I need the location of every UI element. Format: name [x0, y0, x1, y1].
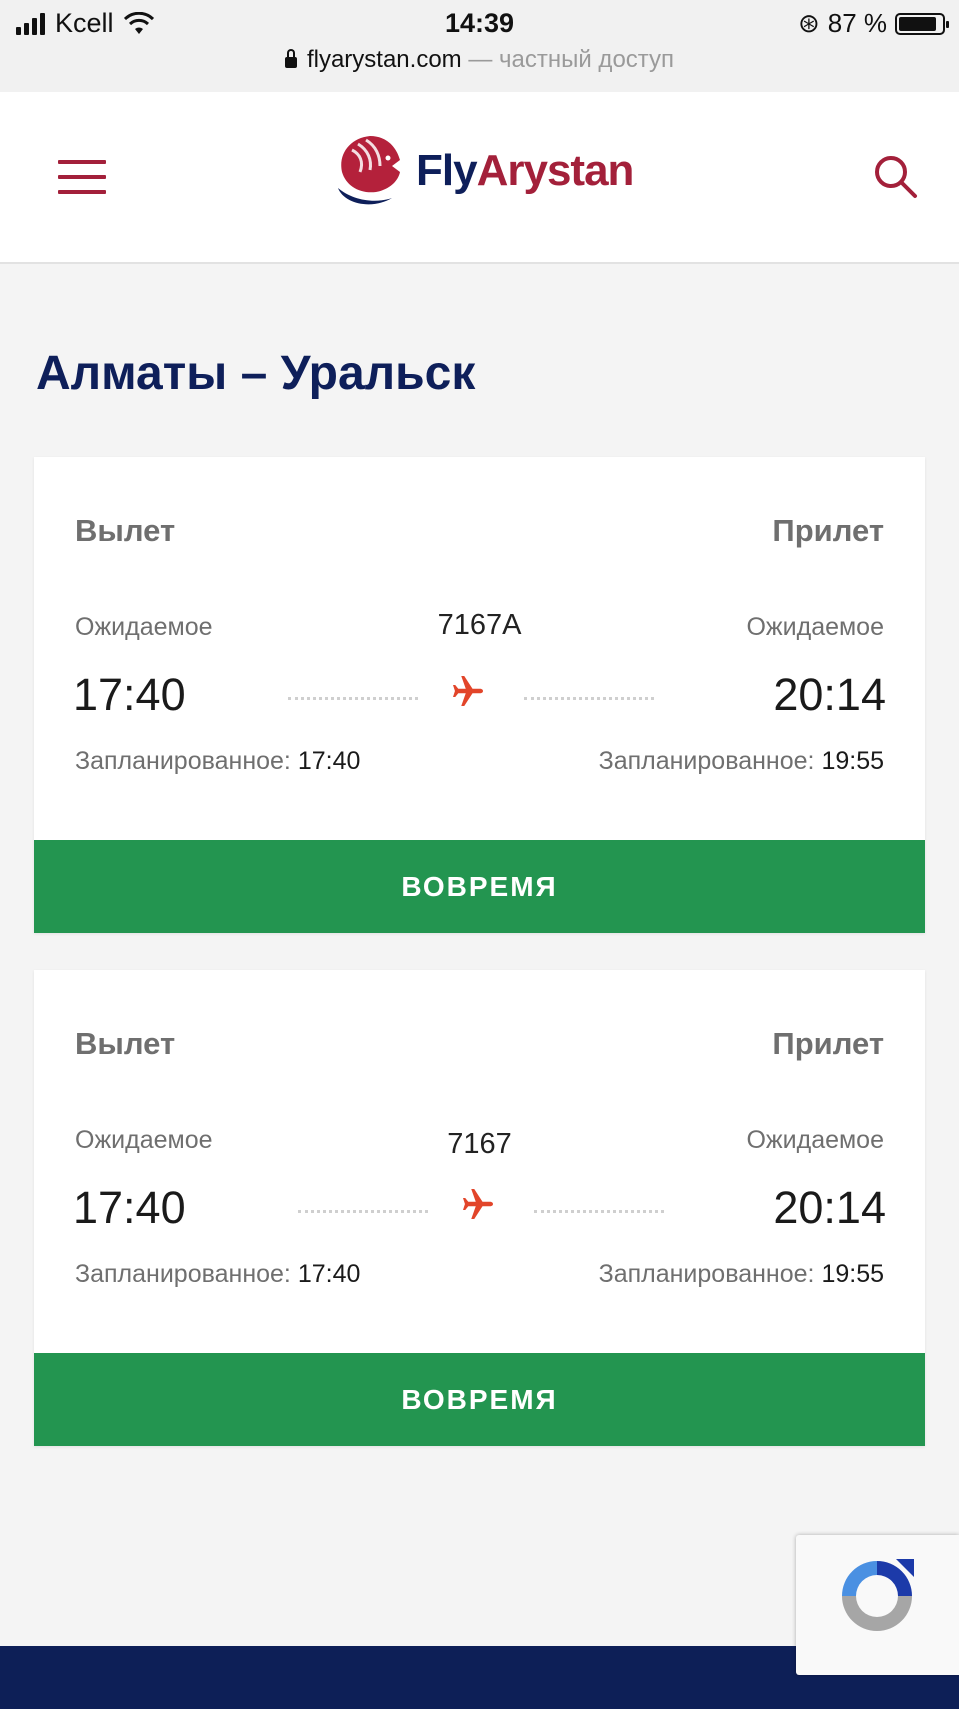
- departure-scheduled-time: 17:40: [297, 747, 361, 775]
- search-icon[interactable]: [871, 152, 919, 200]
- departure-scheduled: Запланированное: 17:40: [75, 1260, 360, 1289]
- battery-percent: 87 %: [827, 8, 887, 38]
- url-bar[interactable]: flyarystan.com — частный доступ: [0, 46, 959, 74]
- departure-scheduled-time: 17:40: [297, 1260, 361, 1288]
- arrival-expected-time: 20:14: [773, 1182, 886, 1233]
- arrival-scheduled-time: 19:55: [821, 747, 884, 775]
- arrival-expected-time: 20:14: [773, 669, 886, 720]
- recaptcha-icon: [842, 1559, 914, 1631]
- route-line-right: [524, 697, 654, 700]
- flight-card: Вылет Прилет Ожидаемое 7167 Ожидаемое 17…: [34, 970, 925, 1446]
- flight-card-body: Вылет Прилет Ожидаемое 7167A Ожидаемое 1…: [34, 457, 925, 840]
- site-logo[interactable]: FlyArystan: [330, 132, 635, 210]
- arrival-scheduled-time: 19:55: [821, 1260, 884, 1288]
- logo-text-arystan: Arystan: [476, 146, 635, 195]
- site-header: FlyArystan: [0, 92, 959, 264]
- departure-expected-time: 17:40: [73, 1182, 186, 1233]
- status-right: ⊛ 87 %: [797, 8, 949, 39]
- plane-icon: [463, 1189, 493, 1219]
- flight-status-badge: ВОВРЕМЯ: [34, 1353, 925, 1446]
- departure-scheduled: Запланированное: 17:40: [75, 747, 360, 776]
- scheduled-label: Запланированное:: [598, 1260, 815, 1288]
- logo-text: FlyArystan: [416, 146, 635, 196]
- arrival-label: Прилет: [772, 513, 884, 548]
- recaptcha-privacy-text: [802, 1643, 954, 1655]
- recaptcha-badge[interactable]: [796, 1535, 959, 1675]
- route-line-left: [298, 1210, 428, 1213]
- departure-expected-time: 17:40: [73, 669, 186, 720]
- flight-status-badge: ВОВРЕМЯ: [34, 840, 925, 933]
- battery-icon: [895, 12, 949, 35]
- departure-label: Вылет: [75, 513, 176, 548]
- orientation-lock-icon: ⊛: [797, 8, 820, 38]
- hamburger-menu-icon[interactable]: [58, 160, 106, 194]
- url-domain: flyarystan.com: [306, 46, 462, 73]
- departure-label: Вылет: [75, 1026, 176, 1061]
- arrival-label: Прилет: [772, 1026, 884, 1061]
- page-title: Алматы – Уральск: [36, 347, 476, 400]
- scheduled-label: Запланированное:: [598, 747, 815, 775]
- lion-logo-icon: [338, 136, 400, 205]
- lock-icon: [284, 49, 297, 68]
- battery-level: [899, 16, 936, 31]
- logo-text-fly: Fly: [416, 146, 478, 195]
- route-line-right: [534, 1210, 664, 1213]
- arrival-scheduled: Запланированное: 19:55: [599, 747, 884, 776]
- private-mode-label: — частный доступ: [468, 46, 675, 73]
- arrival-scheduled: Запланированное: 19:55: [599, 1260, 884, 1289]
- route-line-left: [288, 697, 418, 700]
- scheduled-label: Запланированное:: [75, 1260, 291, 1288]
- arrival-expected-label: Ожидаемое: [746, 1126, 884, 1154]
- plane-icon: [453, 676, 483, 706]
- scheduled-label: Запланированное:: [75, 747, 291, 775]
- status-bar: Kcell 14:39 ⊛ 87 % flyarystan.com — част…: [0, 0, 959, 92]
- arrival-expected-label: Ожидаемое: [746, 613, 884, 641]
- flight-card-body: Вылет Прилет Ожидаемое 7167 Ожидаемое 17…: [34, 970, 925, 1353]
- flight-card: Вылет Прилет Ожидаемое 7167A Ожидаемое 1…: [34, 457, 925, 933]
